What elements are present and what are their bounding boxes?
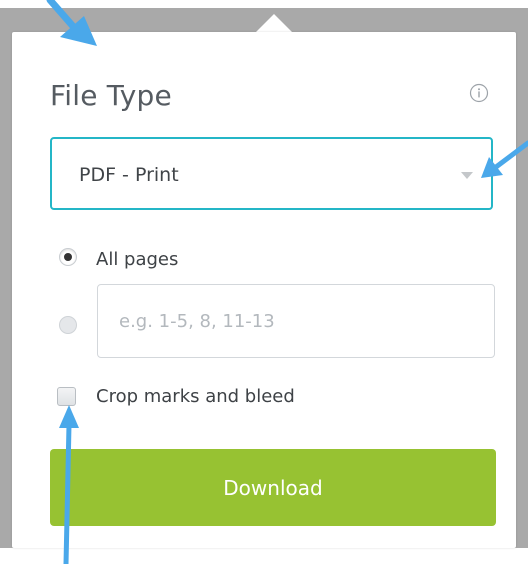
page-range-input[interactable] — [97, 284, 495, 358]
info-circle-icon[interactable] — [469, 83, 489, 103]
page-range-radio[interactable] — [59, 316, 77, 334]
top-margin — [0, 0, 528, 8]
download-button[interactable]: Download — [50, 449, 496, 526]
file-type-selected-value: PDF - Print — [79, 164, 179, 186]
crop-marks-checkbox[interactable] — [57, 387, 76, 406]
all-pages-label: All pages — [96, 249, 179, 270]
all-pages-radio[interactable] — [59, 248, 77, 266]
panel-title: File Type — [50, 79, 172, 112]
crop-marks-label: Crop marks and bleed — [96, 386, 295, 407]
popover-caret — [255, 14, 293, 33]
file-type-select[interactable]: PDF - Print — [50, 137, 493, 210]
bottom-margin — [0, 548, 528, 564]
chevron-down-icon — [461, 172, 473, 179]
